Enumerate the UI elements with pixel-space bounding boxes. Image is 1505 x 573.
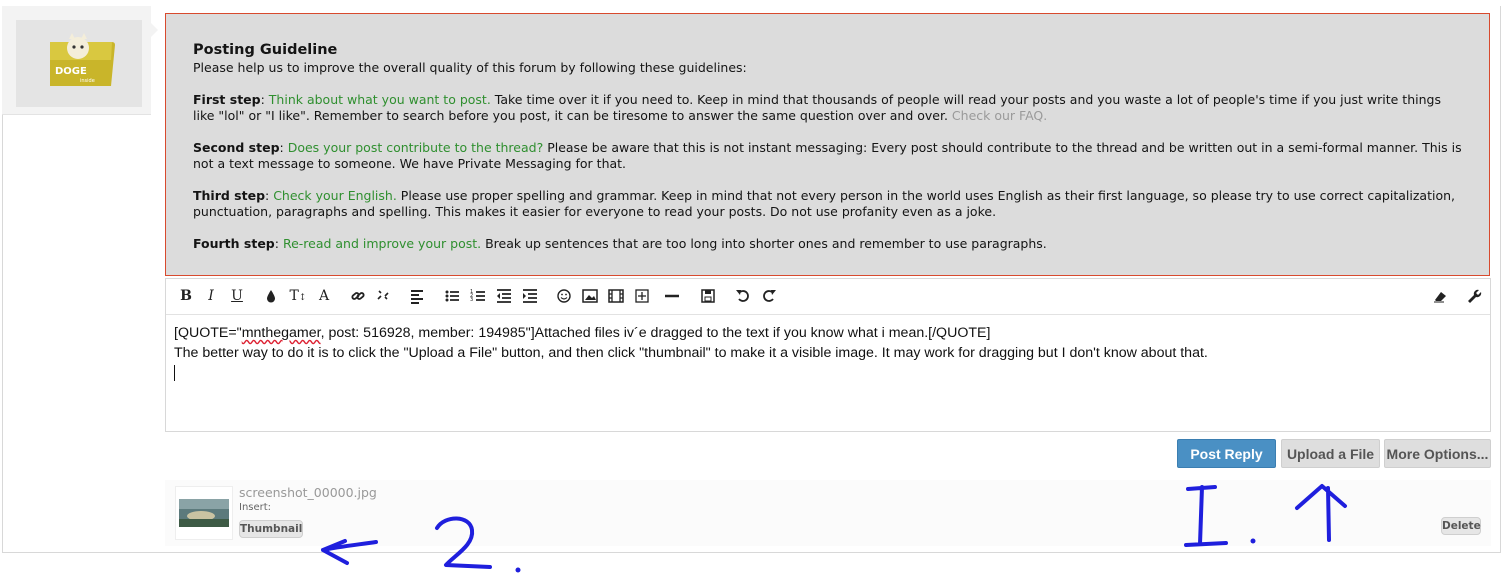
quote-open: [QUOTE=" (174, 325, 242, 341)
posting-guideline-box: Posting Guideline Please help us to impr… (165, 13, 1490, 276)
quote-rest: , post: 516928, member: 194985"]Attached… (320, 325, 991, 341)
step-highlight: Check your English. (273, 188, 397, 203)
step-label: Third step (193, 188, 266, 203)
upload-file-button[interactable]: Upload a File (1281, 439, 1380, 468)
faq-link[interactable]: Check our FAQ. (952, 108, 1047, 123)
svg-text:DOGE: DOGE (55, 66, 87, 77)
undo-icon[interactable] (735, 287, 751, 305)
bold-button[interactable]: B (178, 287, 194, 305)
editor-line-2: The better way to do it is to click the … (174, 345, 1208, 361)
svg-text:3: 3 (470, 297, 473, 303)
insert-label: Insert: (239, 502, 272, 513)
step-text: Break up sentences that are too long int… (481, 236, 1047, 251)
attachment-filename[interactable]: screenshot_00000.jpg (239, 485, 377, 500)
attachment-preview-image (179, 499, 229, 527)
editor-line-1: [QUOTE="mnthegamer, post: 516928, member… (174, 323, 1482, 343)
smiley-icon[interactable] (556, 287, 572, 305)
post-reply-button[interactable]: Post Reply (1177, 439, 1276, 468)
guideline-step-2: Second step: Does your post contribute t… (193, 140, 1462, 171)
delete-button[interactable]: Delete (1441, 517, 1481, 535)
editor-toolbar: B I U T↕ A 123 (166, 279, 1490, 315)
reply-editor: B I U T↕ A 123 [QUOTE="mnthegamer, post:… (165, 278, 1491, 432)
guideline-step-1: First step: Think about what you want to… (193, 92, 1441, 123)
text-caret (174, 365, 175, 382)
attachment-thumbnail[interactable] (175, 486, 233, 540)
font-size-button[interactable]: T↕ (289, 287, 307, 305)
text-color-icon[interactable] (264, 287, 278, 305)
insert-icon[interactable] (634, 287, 650, 305)
step-highlight: Re-read and improve your post. (282, 236, 482, 251)
editor-textarea[interactable]: [QUOTE="mnthegamer, post: 516928, member… (174, 323, 1482, 383)
bullet-list-icon[interactable] (444, 287, 460, 305)
font-size-glyph: T (289, 288, 299, 304)
indent-icon[interactable] (522, 287, 538, 305)
image-icon[interactable] (582, 287, 598, 305)
step-highlight: Does your post contribute to the thread? (287, 140, 544, 155)
font-family-button[interactable]: A (316, 287, 332, 305)
redo-icon[interactable] (761, 287, 777, 305)
save-draft-icon[interactable] (700, 287, 716, 305)
avatar[interactable]: DOGE inside (16, 20, 142, 107)
outdent-icon[interactable] (496, 287, 512, 305)
more-options-button[interactable]: More Options... (1384, 439, 1491, 468)
link-icon[interactable] (350, 287, 366, 305)
editor-line-3 (174, 363, 1482, 383)
underline-button[interactable]: U (229, 287, 245, 305)
thumbnail-button[interactable]: Thumbnail (239, 520, 303, 538)
wrench-icon[interactable] (1466, 287, 1482, 305)
svg-text:inside: inside (80, 78, 95, 84)
guideline-title: Posting Guideline (193, 42, 338, 58)
annotation-dot-two (515, 567, 521, 573)
attachment-list: screenshot_00000.jpg Insert: Thumbnail D… (165, 480, 1491, 546)
step-highlight: Think about what you want to post. (268, 92, 491, 107)
remove-formatting-icon[interactable] (1432, 287, 1448, 305)
media-icon[interactable] (608, 287, 624, 305)
guideline-step-4: Fourth step: Re-read and improve your po… (193, 236, 1047, 251)
align-icon[interactable] (409, 287, 425, 305)
italic-button[interactable]: I (204, 287, 218, 305)
horizontal-rule-icon[interactable] (664, 287, 680, 305)
step-label: First step (193, 92, 261, 107)
doge-logo-icon: DOGE inside (16, 20, 142, 107)
step-label: Second step (193, 140, 280, 155)
numbered-list-icon[interactable]: 123 (470, 287, 486, 305)
step-label: Fourth step (193, 236, 275, 251)
quote-username: mnthegamer (241, 325, 321, 341)
guideline-intro: Please help us to improve the overall qu… (193, 60, 747, 75)
guideline-step-3: Third step: Check your English. Please u… (193, 188, 1455, 219)
post-pointer (150, 22, 158, 38)
unlink-icon[interactable] (375, 287, 391, 305)
